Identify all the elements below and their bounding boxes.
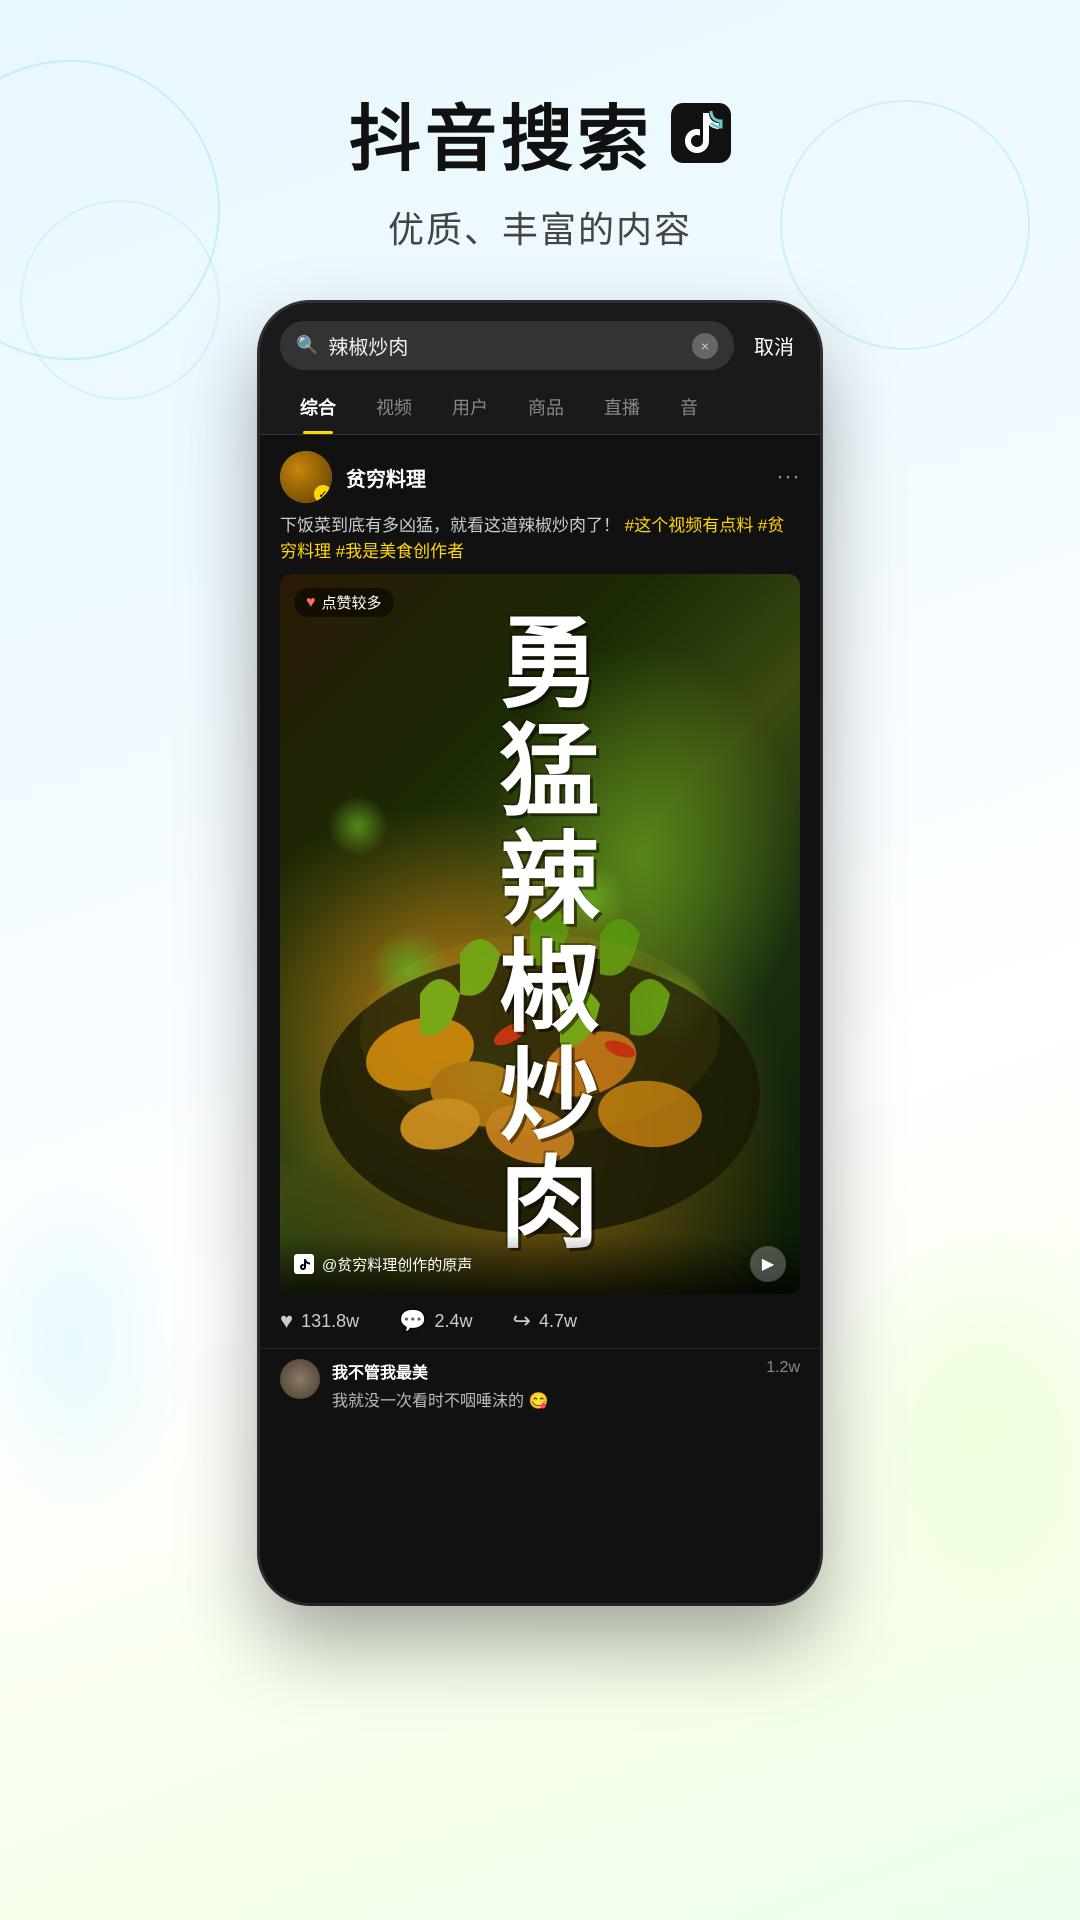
search-icon: 🔍 bbox=[296, 335, 318, 356]
share-stat-icon: ↪ bbox=[513, 1308, 531, 1334]
search-clear-button[interactable]: × bbox=[692, 333, 718, 359]
comment-stat-icon: 💬 bbox=[399, 1308, 426, 1334]
clear-icon: × bbox=[701, 338, 709, 354]
content-area: ✓ 贫穷料理 ··· 下饭菜到底有多凶猛，就看这道辣椒炒肉了！ #这个视频有点料… bbox=[260, 435, 820, 1603]
hot-badge: ♥ 点赞较多 bbox=[294, 588, 394, 617]
comment-content: 我不管我最美 我就没一次看时不咽唾沫的 😋 bbox=[332, 1359, 754, 1411]
user-card: ✓ 贫穷料理 ··· bbox=[260, 435, 820, 513]
hot-badge-label: 点赞较多 bbox=[322, 592, 382, 613]
phone-wrapper: 🔍 辣椒炒肉 × 取消 综合 视频 用户 bbox=[0, 303, 1080, 1603]
search-query-text: 辣椒炒肉 bbox=[328, 331, 682, 360]
user-avatar[interactable]: ✓ bbox=[280, 451, 332, 503]
tiktok-small-icon bbox=[294, 1254, 314, 1274]
video-bottom-bar: @贫穷料理创作的原声 ▶ bbox=[280, 1234, 800, 1294]
play-button[interactable]: ▶ bbox=[750, 1246, 786, 1282]
video-container[interactable]: 勇猛辣椒炒肉 ♥ 点赞较多 bbox=[280, 574, 800, 1294]
heart-stat-icon: ♥ bbox=[280, 1308, 293, 1334]
post-text: 下饭菜到底有多凶猛，就看这道辣椒炒肉了！ #这个视频有点料 #贫穷料理 #我是美… bbox=[260, 513, 820, 574]
tab-直播[interactable]: 直播 bbox=[584, 380, 660, 434]
likes-count: 131.8w bbox=[301, 1311, 359, 1332]
comments-stat: 💬 2.4w bbox=[399, 1308, 472, 1334]
comments-count: 2.4w bbox=[435, 1311, 473, 1332]
stats-bar: ♥ 131.8w 💬 2.4w ↪ 4.7w bbox=[260, 1294, 820, 1348]
search-bar-area: 🔍 辣椒炒肉 × 取消 bbox=[260, 303, 820, 380]
tab-综合[interactable]: 综合 bbox=[280, 380, 356, 434]
tab-商品[interactable]: 商品 bbox=[508, 380, 584, 434]
tab-音[interactable]: 音 bbox=[660, 380, 718, 434]
video-title-overlay: 勇猛辣椒炒肉 bbox=[280, 574, 800, 1294]
video-title-text: 勇猛辣椒炒肉 bbox=[485, 610, 595, 1258]
user-name[interactable]: 贫穷料理 bbox=[346, 463, 426, 492]
app-title: 抖音搜索 bbox=[0, 80, 1080, 185]
phone-screen: 🔍 辣椒炒肉 × 取消 综合 视频 用户 bbox=[260, 303, 820, 1603]
comment-preview: 我不管我最美 我就没一次看时不咽唾沫的 😋 1.2w bbox=[260, 1348, 820, 1421]
phone-mockup: 🔍 辣椒炒肉 × 取消 综合 视频 用户 bbox=[260, 303, 820, 1603]
sound-text: @贫穷料理创作的原声 bbox=[322, 1254, 472, 1275]
commenter-name[interactable]: 我不管我最美 bbox=[332, 1359, 754, 1383]
header: 抖音搜索 优质、丰富的内容 bbox=[0, 0, 1080, 283]
heart-icon: ♥ bbox=[306, 594, 316, 612]
cancel-button[interactable]: 取消 bbox=[748, 327, 800, 364]
tiktok-logo-icon bbox=[671, 103, 731, 163]
commenter-avatar bbox=[280, 1359, 320, 1399]
tabs-area: 综合 视频 用户 商品 直播 音 bbox=[260, 380, 820, 435]
tab-视频[interactable]: 视频 bbox=[356, 380, 432, 434]
likes-stat: ♥ 131.8w bbox=[280, 1308, 359, 1334]
tab-用户[interactable]: 用户 bbox=[432, 380, 508, 434]
comment-text: 我就没一次看时不咽唾沫的 😋 bbox=[332, 1387, 754, 1411]
more-options-button[interactable]: ··· bbox=[776, 463, 800, 491]
shares-count: 4.7w bbox=[539, 1311, 577, 1332]
app-subtitle: 优质、丰富的内容 bbox=[0, 201, 1080, 253]
shares-stat: ↪ 4.7w bbox=[513, 1308, 577, 1334]
post-main-text: 下饭菜到底有多凶猛，就看这道辣椒炒肉了！ bbox=[280, 516, 620, 535]
comment-count: 1.2w bbox=[766, 1359, 800, 1377]
app-title-text: 抖音搜索 bbox=[349, 80, 653, 185]
video-background: 勇猛辣椒炒肉 ♥ 点赞较多 bbox=[280, 574, 800, 1294]
search-input-box[interactable]: 🔍 辣椒炒肉 × bbox=[280, 321, 734, 370]
sound-info: @贫穷料理创作的原声 bbox=[294, 1254, 472, 1275]
verified-badge: ✓ bbox=[314, 485, 332, 503]
